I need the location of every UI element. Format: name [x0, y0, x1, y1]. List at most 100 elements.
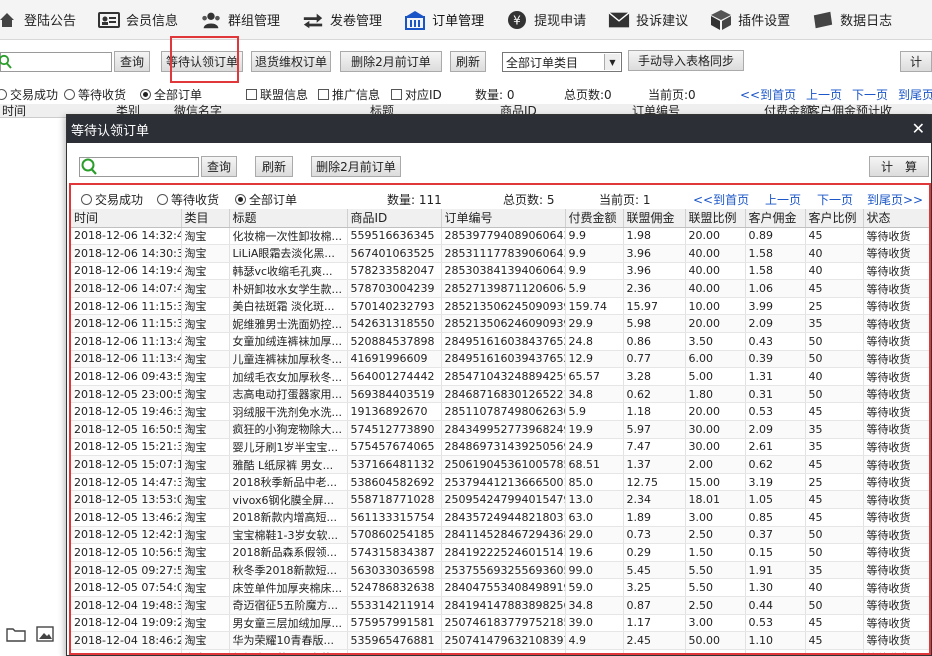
check-promo[interactable]: 推广信息 — [318, 86, 380, 103]
col-title[interactable]: 标题 — [229, 209, 348, 228]
col-alliance-ratio[interactable]: 联盟比例 — [685, 209, 746, 228]
col-customer-ratio[interactable]: 客户比例 — [805, 209, 864, 228]
col-customer-commission[interactable]: 客户佣金 — [745, 209, 806, 228]
nav-label: 投诉建议 — [636, 14, 689, 29]
table-row[interactable]: 2018-12-06 14:32:48 淘宝 化妆棉一次性卸妆棉... 5595166… — [71, 227, 929, 246]
dialog-radio-waiting[interactable]: 等待收货 — [157, 191, 219, 208]
col-time[interactable]: 时间 — [71, 209, 182, 228]
dialog-first-page-link[interactable]: <<到首页 — [693, 191, 749, 208]
table-row[interactable]: 2018-12-05 23:00:50 淘宝 志高电动打蛋器家用... 5693844… — [71, 385, 929, 404]
table-cell: 1.98 — [623, 227, 686, 246]
delete-old-orders-button[interactable]: 删除2月前订单 — [340, 51, 442, 72]
table-row[interactable]: 2018-12-05 12:42:10 淘宝 宝宝棉鞋1-3岁女软... 570860… — [71, 526, 929, 545]
table-row[interactable]: 2018-12-05 15:07:15 淘宝 雅酷 L纸尿裤 男女... 537166… — [71, 455, 929, 474]
table-row[interactable]: 2018-12-05 13:53:06 淘宝 vivox6钢化膜全屏... 55871… — [71, 490, 929, 509]
checkbox-label: 对应ID — [405, 88, 442, 102]
dialog-radio-all[interactable]: 全部订单 — [235, 191, 297, 208]
nav-item-voucher-manage[interactable]: 发卷管理 — [302, 0, 392, 39]
col-payment[interactable]: 付费金额 — [565, 209, 624, 228]
table-cell: 253794412136665001 — [441, 473, 566, 492]
main-radio-waiting[interactable]: 等待收货 — [64, 86, 126, 103]
nav-item-withdraw-request[interactable]: ¥ 提现申请 — [506, 0, 596, 39]
table-cell: 284869731439250569 — [441, 438, 566, 457]
col-category[interactable]: 类目 — [181, 209, 230, 228]
col-alliance-commission[interactable]: 联盟佣金 — [623, 209, 686, 228]
table-row[interactable]: 2018-12-05 09:27:56 淘宝 秋冬季2018新款短... 563033… — [71, 561, 929, 580]
table-cell: 20.00 — [685, 402, 746, 422]
nav-item-plugin-settings[interactable]: 插件设置 — [710, 0, 800, 39]
table-row[interactable]: 2018-12-06 14:19:47 淘宝 韩瑟vc收缩毛孔爽... 5782335… — [71, 262, 929, 281]
dialog-refresh-button[interactable]: 刷新 — [255, 156, 293, 177]
table-cell: 41691996609 — [347, 350, 442, 369]
nav-label: 数据日志 — [840, 14, 893, 29]
main-prev-page-link[interactable]: 上一页 — [806, 86, 842, 103]
dialog-pages: 总页数: 5 — [503, 193, 555, 207]
table-row[interactable]: 2018-12-05 15:21:37 淘宝 婴儿牙刷1岁半宝宝... 5754576… — [71, 438, 929, 457]
folder-icon[interactable] — [6, 626, 26, 646]
manual-import-button[interactable]: 手动导入表格同步 — [628, 50, 744, 71]
col-product-id[interactable]: 商品ID — [347, 209, 442, 228]
nav-item-complaint[interactable]: 投诉建议 — [608, 0, 698, 39]
dialog-search-button[interactable]: 查询 — [201, 156, 237, 177]
table-cell: 3.96 — [623, 244, 686, 263]
order-type-select[interactable]: 全部订单类目 ▼ — [502, 52, 622, 72]
refund-orders-button[interactable]: 退货维权订单 — [251, 51, 331, 72]
table-cell: 3.99 — [745, 297, 806, 316]
table-row[interactable]: 2018-12-06 11:13:48 淘宝 儿童连裤袜加厚秋冬... 4169199… — [71, 350, 929, 369]
dialog-title-bar: 等待认领订单 ✕ — [67, 115, 931, 143]
main-last-page-link[interactable]: 到尾页 — [898, 86, 932, 103]
table-cell: 0.31 — [745, 385, 806, 404]
table-row[interactable]: 2018-12-05 13:46:20 淘宝 2018新款内增高短... 561133… — [71, 508, 929, 527]
table-cell: 2018-12-04 18:46:24 — [71, 631, 182, 650]
table-row[interactable]: 2018-12-06 11:13:48 淘宝 女童加绒连裤袜加厚... 5208845… — [71, 332, 929, 351]
nav-item-group-manage[interactable]: 群组管理 — [200, 0, 290, 39]
table-row[interactable]: 2018-12-06 11:15:39 淘宝 妮维雅男士洗面奶控... 5426313… — [71, 314, 929, 334]
main-first-page-link[interactable]: <<到首页 — [740, 86, 796, 103]
dialog-search-input[interactable] — [79, 157, 199, 177]
main-refresh-button[interactable]: 刷新 — [450, 51, 486, 72]
dialog-next-page-link[interactable]: 下一页 — [817, 191, 853, 208]
table-row[interactable]: 2018-12-04 19:48:30 淘宝 奇迈宿征5五阶魔方... 5533142… — [71, 596, 929, 615]
table-cell: 等待收货 — [863, 561, 929, 580]
table-cell: 5.00 — [685, 367, 746, 386]
table-cell: 29.0 — [565, 526, 624, 545]
table-row[interactable]: 2018-12-04 18:46:24 淘宝 华为荣耀10青春版... 5359654… — [71, 631, 929, 650]
main-calc-button[interactable]: 计 — [900, 51, 932, 72]
main-search-input[interactable] — [0, 52, 112, 72]
dialog-prev-page-link[interactable]: 上一页 — [765, 191, 801, 208]
table-row[interactable]: 2018-12-05 16:50:50 淘宝 疯狂的小狗宠物除大... 5745127… — [71, 420, 929, 439]
dialog-last-page-link[interactable]: 到尾页>> — [867, 191, 923, 208]
col-status[interactable]: 状态 — [863, 209, 929, 228]
table-row[interactable]: 2018-12-05 10:56:53 淘宝 2018新品森系假领... 574315… — [71, 543, 929, 562]
main-radio-success[interactable]: 交易成功 — [0, 86, 58, 103]
dialog-radio-success[interactable]: 交易成功 — [81, 191, 143, 208]
table-row[interactable]: 2018-12-06 11:15:39 淘宝 美白祛斑霜 淡化斑... 5701402… — [71, 297, 929, 316]
main-radio-all[interactable]: 全部订单 — [140, 86, 202, 103]
image-icon[interactable] — [36, 626, 54, 646]
close-icon[interactable]: ✕ — [912, 119, 925, 138]
check-alliance[interactable]: 联盟信息 — [246, 86, 308, 103]
table-row[interactable]: 2018-12-06 09:43:56 淘宝 加绒毛衣女加厚秋冬... 5640012… — [71, 367, 929, 386]
table-cell: 等待收货 — [863, 614, 929, 633]
table-cell: 250741479632108397 — [441, 631, 566, 650]
table-row[interactable]: 2018-12-05 19:46:32 淘宝 羽绒服干洗剂免水洗... 1913689… — [71, 402, 929, 422]
table-cell: 285311177839060643 — [441, 244, 566, 263]
main-search-button[interactable]: 查询 — [114, 51, 150, 72]
nav-item-announcement[interactable]: 登陆公告 — [0, 0, 86, 39]
table-row[interactable]: 2018-12-04 19:09:23 淘宝 男女童三层加绒加厚... 5759579… — [71, 614, 929, 633]
col-order-no[interactable]: 订单编号 — [441, 209, 566, 228]
check-id[interactable]: 对应ID — [391, 86, 442, 103]
nav-item-member-info[interactable]: 会员信息 — [98, 0, 188, 39]
table-row[interactable]: 2018-12-06 14:07:46 淘宝 朴妍卸妆水女学生款... 5787030… — [71, 279, 929, 298]
nav-item-order-manage[interactable]: 订单管理 — [404, 0, 494, 39]
nav-item-data-log[interactable]: 数据日志 — [812, 0, 902, 39]
dialog-calc-button[interactable]: 计 算 — [869, 156, 929, 177]
table-cell: 40 — [805, 262, 864, 281]
table-row[interactable]: 2018-12-05 14:47:30 淘宝 2018秋季新品中老... 538604… — [71, 473, 929, 492]
dialog-delete-old-button[interactable]: 删除2月前订单 — [311, 156, 401, 177]
table-row[interactable]: 2018-12-05 07:54:01 淘宝 床笠单件加厚夹棉床... 5247868… — [71, 578, 929, 597]
table-row[interactable]: 2018-12-04 18:25:57淘宝新鲜水果萝卜沙窝萝...5807552… — [71, 649, 929, 653]
main-count: 数量: 0 — [475, 88, 515, 102]
table-row[interactable]: 2018-12-06 14:30:33 淘宝 LiLiA眼霜去淡化黑... 56740… — [71, 244, 929, 263]
main-next-page-link[interactable]: 下一页 — [852, 86, 888, 103]
